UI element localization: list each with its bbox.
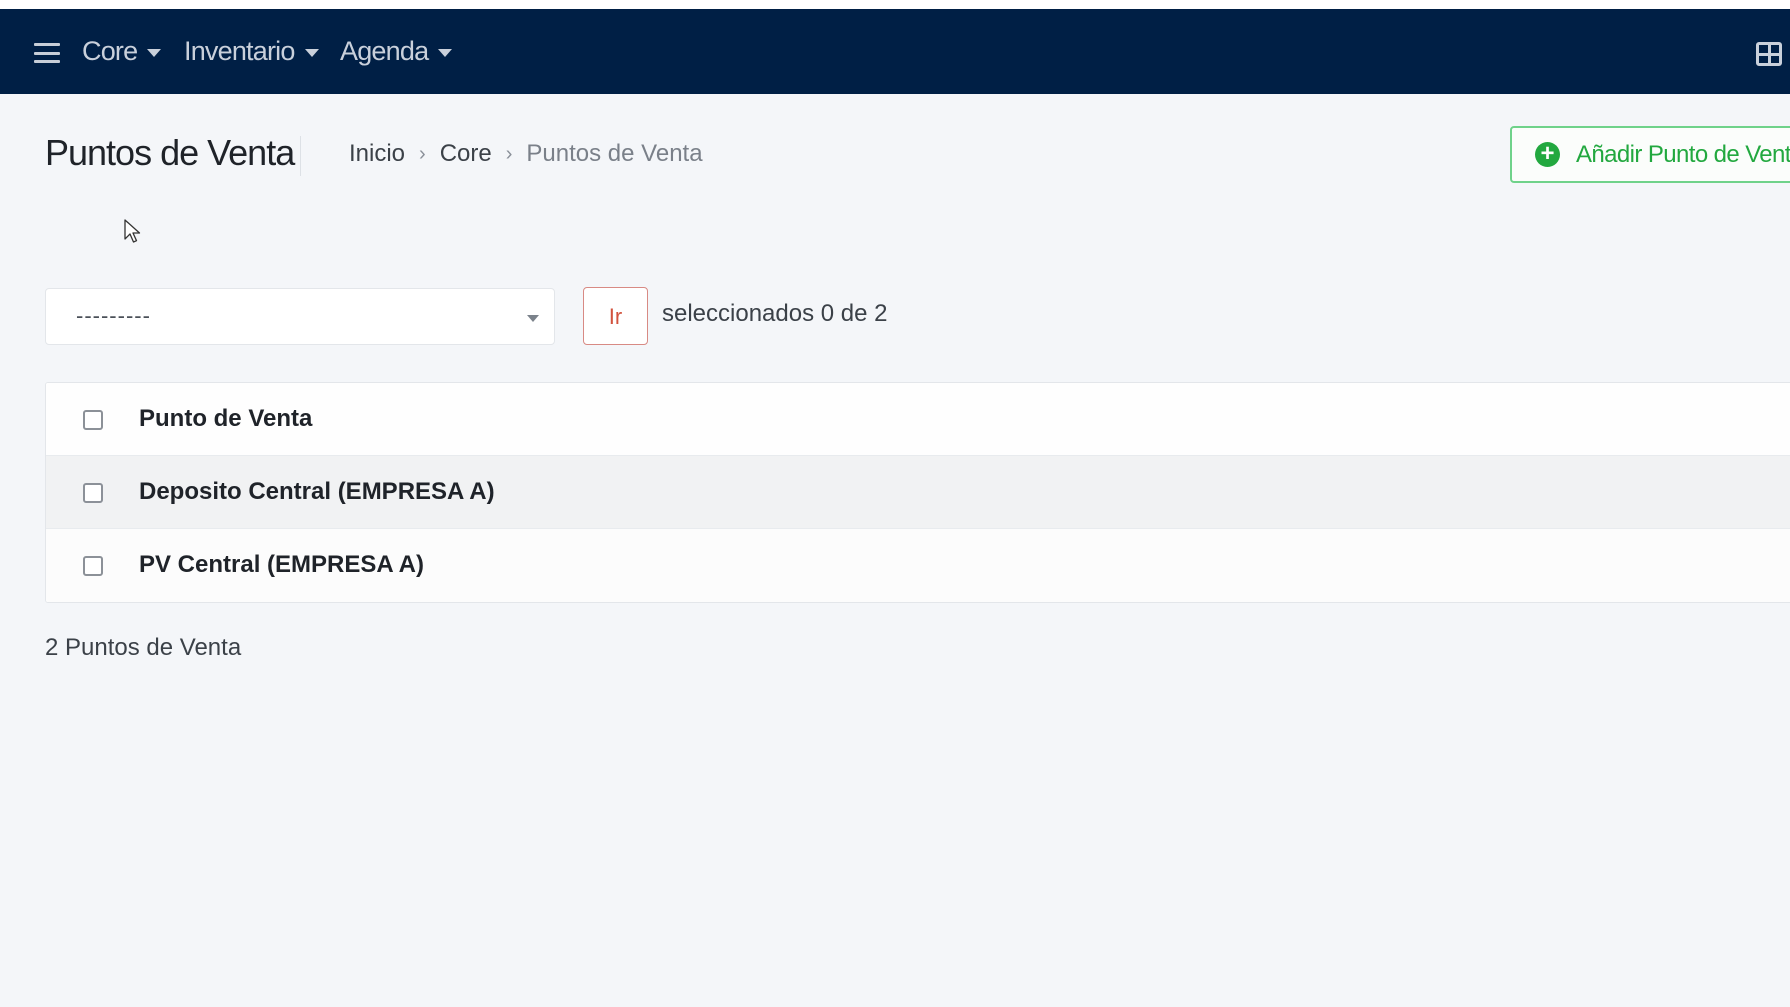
row-checkbox[interactable] bbox=[83, 556, 103, 576]
go-button[interactable]: Ir bbox=[583, 287, 648, 345]
add-punto-de-venta-button[interactable]: + Añadir Punto de Venta bbox=[1510, 126, 1790, 183]
row-link[interactable]: Deposito Central (EMPRESA A) bbox=[139, 478, 495, 506]
breadcrumb-core[interactable]: Core bbox=[440, 140, 492, 168]
chevron-down-icon bbox=[147, 49, 162, 57]
mouse-cursor-icon bbox=[124, 219, 141, 243]
nav-menu-inventario[interactable]: Inventario bbox=[184, 9, 319, 94]
chevron-down-icon bbox=[527, 315, 539, 322]
breadcrumb: Inicio › Core › Puntos de Venta bbox=[349, 140, 703, 168]
nav-menu-agenda[interactable]: Agenda bbox=[340, 9, 453, 94]
title-divider bbox=[300, 136, 301, 176]
chevron-down-icon bbox=[438, 49, 453, 57]
apps-grid-icon[interactable] bbox=[1756, 42, 1782, 66]
select-value: --------- bbox=[76, 303, 151, 328]
nav-menu-core[interactable]: Core bbox=[82, 9, 162, 94]
breadcrumb-separator: › bbox=[419, 142, 426, 165]
plus-circle-icon: + bbox=[1535, 142, 1560, 167]
results-table: Punto de Venta Deposito Central (EMPRESA… bbox=[45, 382, 1790, 603]
selection-counter: seleccionados 0 de 2 bbox=[662, 300, 888, 327]
chevron-down-icon bbox=[304, 49, 319, 57]
row-link[interactable]: PV Central (EMPRESA A) bbox=[139, 551, 424, 579]
breadcrumb-inicio[interactable]: Inicio bbox=[349, 140, 405, 168]
breadcrumb-current: Puntos de Venta bbox=[526, 140, 703, 167]
hamburger-menu-icon[interactable] bbox=[34, 43, 60, 63]
top-navbar: Core Inventario Agenda bbox=[0, 9, 1790, 94]
column-header-punto-de-venta[interactable]: Punto de Venta bbox=[139, 405, 312, 433]
row-checkbox[interactable] bbox=[83, 483, 103, 503]
nav-menu-agenda-label: Agenda bbox=[340, 36, 429, 66]
add-button-label: Añadir Punto de Venta bbox=[1576, 140, 1790, 168]
top-edge bbox=[0, 0, 1790, 9]
nav-menu-core-label: Core bbox=[82, 36, 138, 66]
nav-menu-inventario-label: Inventario bbox=[184, 36, 295, 66]
table-row: Deposito Central (EMPRESA A) bbox=[46, 456, 1790, 529]
breadcrumb-separator: › bbox=[505, 142, 513, 165]
table-row: PV Central (EMPRESA A) bbox=[46, 529, 1790, 602]
bulk-action-select[interactable]: --------- bbox=[45, 288, 555, 345]
page-title: Puntos de Venta bbox=[45, 132, 295, 173]
select-all-checkbox[interactable] bbox=[83, 410, 103, 430]
result-count: 2 Puntos de Venta bbox=[45, 634, 242, 661]
table-header-row: Punto de Venta bbox=[46, 383, 1790, 456]
